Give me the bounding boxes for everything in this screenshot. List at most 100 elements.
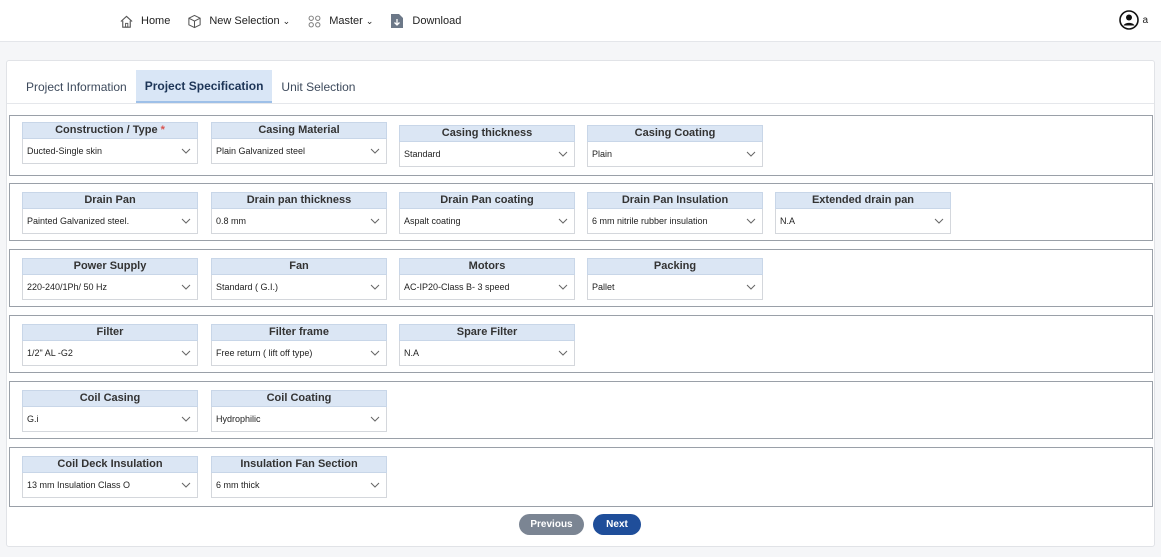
power-supply-select[interactable]: 220-240/1Ph/ 50 Hz xyxy=(22,275,198,300)
top-navbar: Home New Selection ⌄ Master ⌄ Download a xyxy=(0,0,1161,42)
field-label: Drain Pan xyxy=(22,192,198,209)
home-icon xyxy=(118,13,134,29)
nav-download[interactable]: Download xyxy=(389,13,461,29)
casing-material-select[interactable]: Plain Galvanized steel xyxy=(211,139,387,164)
chevron-down-icon xyxy=(181,218,191,224)
coil-casing-select[interactable]: G.i xyxy=(22,407,198,432)
field-drain-pan-coating: Drain Pan coating Aspalt coating xyxy=(399,192,575,234)
user-menu[interactable]: a xyxy=(1119,10,1148,30)
required-marker: * xyxy=(160,124,165,136)
field-drain-pan-insulation: Drain Pan Insulation 6 mm nitrile rubber… xyxy=(587,192,763,234)
field-label: Coil Coating xyxy=(211,390,387,407)
chevron-down-icon xyxy=(558,350,568,356)
chevron-down-icon xyxy=(558,151,568,157)
field-packing: Packing Pallet xyxy=(587,258,763,300)
field-power-supply: Power Supply 220-240/1Ph/ 50 Hz xyxy=(22,258,198,300)
field-label: Drain Pan Insulation xyxy=(587,192,763,209)
drain-pan-insulation-select[interactable]: 6 mm nitrile rubber insulation xyxy=(587,209,763,234)
field-label: Casing thickness xyxy=(399,125,575,142)
project-form-panel: Project Information Project Specificatio… xyxy=(6,60,1155,547)
section-insulation: Coil Deck Insulation 13 mm Insulation Cl… xyxy=(9,447,1153,507)
chevron-down-icon xyxy=(370,218,380,224)
chevron-down-icon xyxy=(181,482,191,488)
construction-type-select[interactable]: Ducted-Single skin xyxy=(22,139,198,164)
drain-pan-coating-select[interactable]: Aspalt coating xyxy=(399,209,575,234)
nav-master-label: Master xyxy=(329,15,363,27)
section-construction: Construction / Type * Ducted-Single skin… xyxy=(9,115,1153,176)
field-label: Packing xyxy=(587,258,763,275)
drain-pan-thickness-select[interactable]: 0.8 mm xyxy=(211,209,387,234)
chevron-down-icon xyxy=(746,218,756,224)
field-label: Filter frame xyxy=(211,324,387,341)
chevron-down-icon xyxy=(370,416,380,422)
field-label: Drain Pan coating xyxy=(399,192,575,209)
user-name: a xyxy=(1142,14,1148,26)
nav-new-selection-label: New Selection xyxy=(209,15,280,27)
field-motors: Motors AC-IP20-Class B- 3 speed xyxy=(399,258,575,300)
field-label: Power Supply xyxy=(22,258,198,275)
tab-project-specification[interactable]: Project Specification xyxy=(135,70,273,103)
user-avatar-icon xyxy=(1119,10,1140,30)
field-coil-coating: Coil Coating Hydrophilic xyxy=(211,390,387,432)
packing-select[interactable]: Pallet xyxy=(587,275,763,300)
nav-home[interactable]: Home xyxy=(118,13,170,29)
chevron-down-icon xyxy=(558,284,568,290)
filter-select[interactable]: 1/2" AL -G2 xyxy=(22,341,198,366)
field-fan: Fan Standard ( G.I.) xyxy=(211,258,387,300)
field-label: Extended drain pan xyxy=(775,192,951,209)
field-coil-casing: Coil Casing G.i xyxy=(22,390,198,432)
previous-button[interactable]: Previous xyxy=(519,514,584,535)
chevron-down-icon xyxy=(370,482,380,488)
field-label: Insulation Fan Section xyxy=(211,456,387,473)
field-drain-pan: Drain Pan Painted Galvanized steel. xyxy=(22,192,198,234)
field-label: Motors xyxy=(399,258,575,275)
spare-filter-select[interactable]: N.A xyxy=(399,341,575,366)
coil-deck-insulation-select[interactable]: 13 mm Insulation Class O xyxy=(22,473,198,498)
fan-select[interactable]: Standard ( G.I.) xyxy=(211,275,387,300)
insulation-fan-section-select[interactable]: 6 mm thick xyxy=(211,473,387,498)
field-extended-drain-pan: Extended drain pan N.A xyxy=(775,192,951,234)
field-label: Casing Coating xyxy=(587,125,763,142)
drain-pan-select[interactable]: Painted Galvanized steel. xyxy=(22,209,198,234)
filter-frame-select[interactable]: Free return ( lift off type) xyxy=(211,341,387,366)
chevron-down-icon xyxy=(370,350,380,356)
field-label: Fan xyxy=(211,258,387,275)
section-power: Power Supply 220-240/1Ph/ 50 Hz Fan Stan… xyxy=(9,249,1153,307)
chevron-down-icon xyxy=(558,218,568,224)
field-filter-frame: Filter frame Free return ( lift off type… xyxy=(211,324,387,366)
motors-select[interactable]: AC-IP20-Class B- 3 speed xyxy=(399,275,575,300)
nav-home-label: Home xyxy=(141,15,171,27)
extended-drain-pan-select[interactable]: N.A xyxy=(775,209,951,234)
chevron-down-icon xyxy=(370,284,380,290)
chevron-down-icon xyxy=(181,284,191,290)
nav-master[interactable]: Master ⌄ xyxy=(306,13,373,29)
grid-icon xyxy=(306,13,322,29)
field-filter: Filter 1/2" AL -G2 xyxy=(22,324,198,366)
chevron-down-icon xyxy=(746,284,756,290)
tab-bar: Project Information Project Specificatio… xyxy=(17,70,364,103)
main-nav: Home New Selection ⌄ Master ⌄ Download xyxy=(118,0,477,42)
field-label: Construction / Type * xyxy=(22,122,198,139)
casing-thickness-select[interactable]: Standard xyxy=(399,142,575,167)
chevron-down-icon xyxy=(181,350,191,356)
coil-coating-select[interactable]: Hydrophilic xyxy=(211,407,387,432)
field-label: Coil Casing xyxy=(22,390,198,407)
cube-icon xyxy=(186,13,202,29)
section-drain-pan: Drain Pan Painted Galvanized steel. Drai… xyxy=(9,183,1153,241)
casing-coating-select[interactable]: Plain xyxy=(587,142,763,167)
chevron-down-icon xyxy=(934,218,944,224)
field-label: Coil Deck Insulation xyxy=(22,456,198,473)
tab-unit-selection[interactable]: Unit Selection xyxy=(272,70,364,103)
chevron-down-icon xyxy=(181,416,191,422)
nav-new-selection[interactable]: New Selection ⌄ xyxy=(186,13,290,29)
tab-project-information[interactable]: Project Information xyxy=(17,70,136,103)
section-coil: Coil Casing G.i Coil Coating Hydrophilic xyxy=(9,381,1153,439)
field-label: Spare Filter xyxy=(399,324,575,341)
chevron-down-icon xyxy=(370,148,380,154)
field-casing-thickness: Casing thickness Standard xyxy=(399,125,575,167)
chevron-down-icon xyxy=(181,148,191,154)
field-label: Casing Material xyxy=(211,122,387,139)
chevron-down-icon: ⌄ xyxy=(282,15,291,26)
download-icon xyxy=(389,13,405,29)
next-button[interactable]: Next xyxy=(593,514,641,535)
